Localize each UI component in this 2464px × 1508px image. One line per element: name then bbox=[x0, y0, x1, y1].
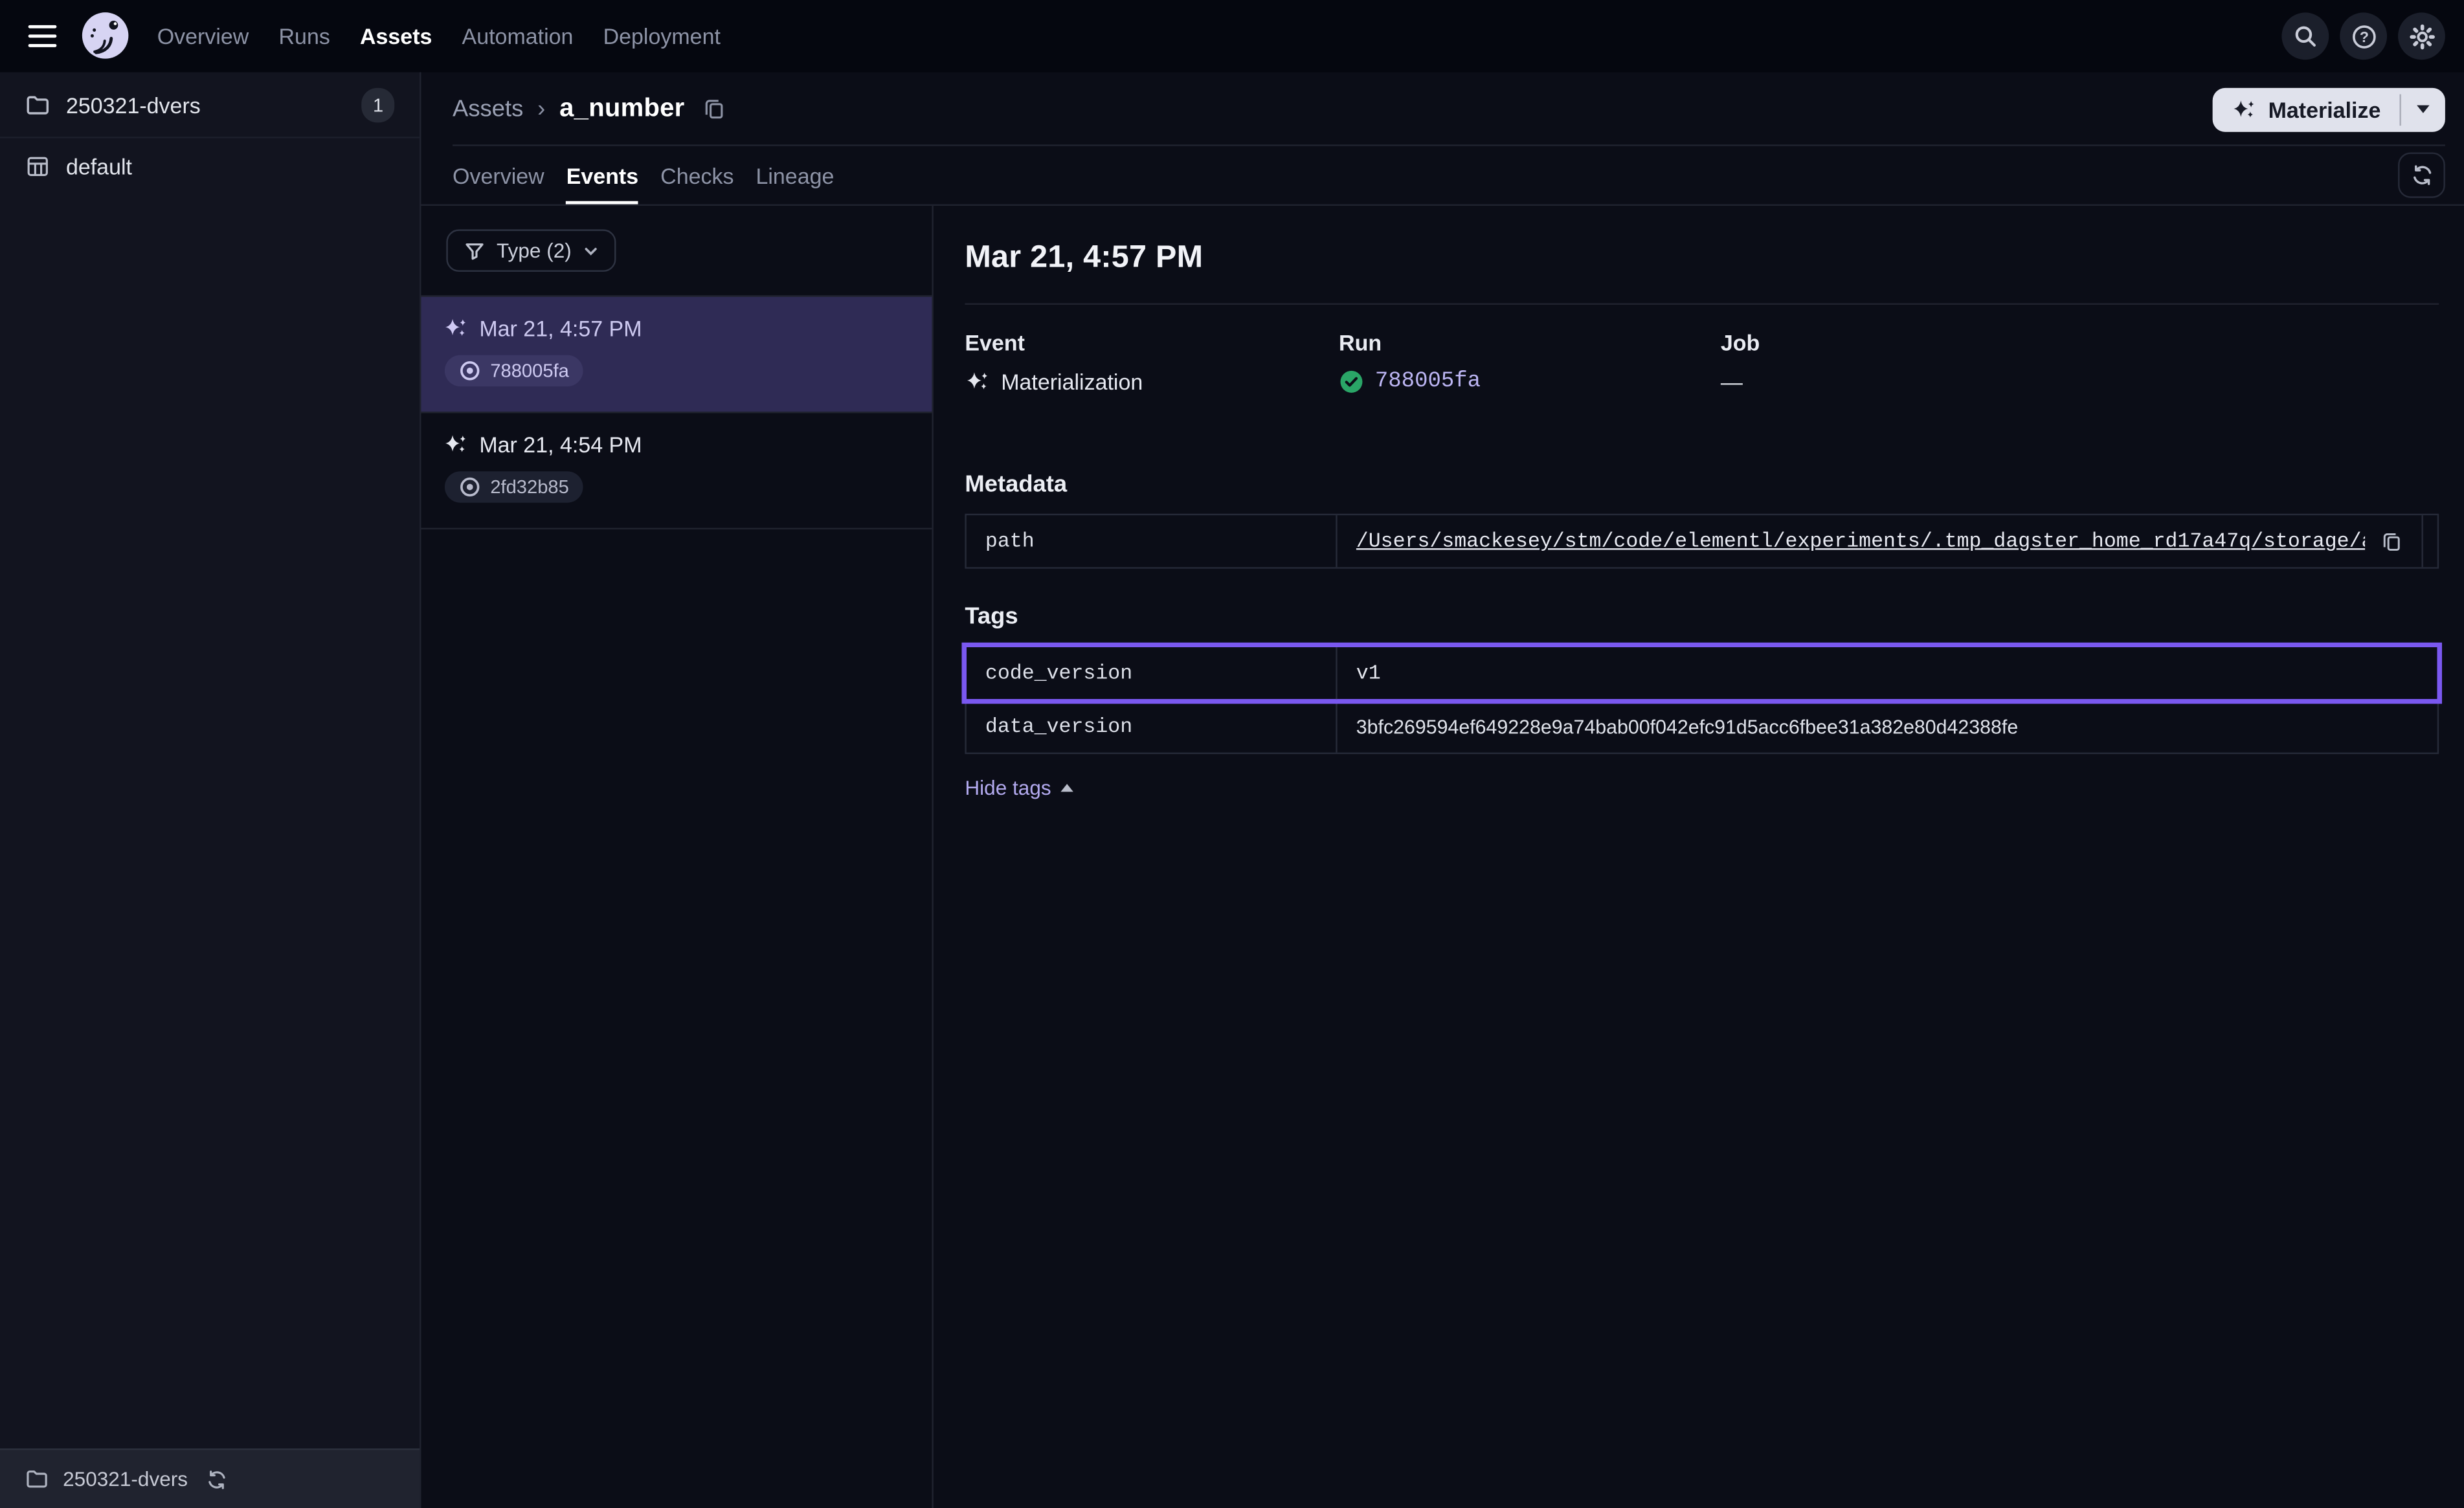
tag-row-code-version: code_version v1 bbox=[967, 647, 2437, 699]
materialize-split-button: Materialize bbox=[2213, 87, 2445, 131]
sidebar-item-group[interactable]: 250321-dvers 1 bbox=[0, 72, 420, 139]
materialization-sparkle-icon bbox=[965, 369, 990, 394]
sidebar-group-name: default bbox=[66, 154, 132, 179]
asset-name: a_number bbox=[559, 94, 684, 124]
type-filter-label: Type (2) bbox=[497, 239, 572, 262]
asset-count-badge: 1 bbox=[362, 87, 394, 122]
settings-gear-icon[interactable] bbox=[2398, 12, 2445, 60]
metadata-heading: Metadata bbox=[965, 471, 2439, 498]
tab-checks[interactable]: Checks bbox=[660, 146, 734, 205]
asset-group-grid-icon bbox=[25, 154, 50, 179]
top-nav: Overview Runs Assets Automation Deployme… bbox=[0, 0, 2464, 72]
reload-location-icon[interactable] bbox=[205, 1468, 227, 1490]
tag-key: code_version bbox=[967, 647, 1338, 699]
search-icon[interactable] bbox=[2281, 12, 2329, 60]
hide-tags-label: Hide tags bbox=[965, 776, 1051, 799]
event-timestamp: Mar 21, 4:57 PM bbox=[479, 316, 642, 341]
dagster-logo-icon[interactable] bbox=[76, 7, 134, 65]
sidebar-group-name: 250321-dvers bbox=[66, 92, 201, 117]
tags-heading: Tags bbox=[965, 603, 2439, 630]
filter-funnel-icon bbox=[464, 239, 486, 261]
app-root: Overview Runs Assets Automation Deployme… bbox=[0, 0, 2464, 1508]
asset-detail-page: Assets › a_number bbox=[421, 72, 2464, 1508]
materialization-sparkle-icon bbox=[443, 316, 468, 341]
materialize-label: Materialize bbox=[2268, 96, 2381, 122]
run-circled-dot-icon bbox=[459, 476, 481, 498]
event-column-label: Event bbox=[965, 330, 1339, 355]
breadcrumb: Assets › a_number bbox=[453, 94, 726, 124]
code-location-footer: 250321-dvers bbox=[0, 1448, 420, 1508]
run-id: 788005fa bbox=[490, 360, 569, 382]
materialize-button[interactable]: Materialize bbox=[2213, 87, 2400, 131]
tag-value: 3bfc269594ef649228e9a74bab00f042efc91d5a… bbox=[1356, 716, 2019, 738]
asset-groups-sidebar: 250321-dvers 1 default bbox=[0, 72, 421, 1508]
sidebar-item-default[interactable]: default bbox=[0, 139, 420, 195]
triangle-up-icon bbox=[1060, 784, 1073, 792]
folder-icon bbox=[25, 1467, 49, 1491]
run-circled-dot-icon bbox=[459, 360, 481, 382]
nav-item-automation[interactable]: Automation bbox=[462, 23, 574, 49]
tag-key: data_version bbox=[967, 701, 1338, 753]
event-timestamp: Mar 21, 4:54 PM bbox=[479, 432, 642, 458]
metadata-row: path /Users/smackesey/stm/code/elementl/… bbox=[967, 515, 2437, 567]
metadata-path-link[interactable]: /Users/smackesey/stm/code/elementl/exper… bbox=[1356, 529, 2365, 553]
tab-lineage[interactable]: Lineage bbox=[756, 146, 834, 205]
tag-row-data-version: data_version 3bfc269594ef649228e9a74bab0… bbox=[967, 699, 2437, 753]
materialization-sparkle-icon bbox=[443, 432, 468, 458]
metadata-table: path /Users/smackesey/stm/code/elementl/… bbox=[965, 514, 2439, 569]
type-filter-button[interactable]: Type (2) bbox=[446, 229, 615, 272]
menu-icon[interactable] bbox=[19, 12, 66, 60]
tab-events[interactable]: Events bbox=[566, 146, 638, 205]
event-type: Materialization bbox=[1001, 369, 1143, 394]
run-id: 2fd32b85 bbox=[490, 476, 569, 498]
hide-tags-link[interactable]: Hide tags bbox=[965, 776, 1073, 799]
main-nav: Overview Runs Assets Automation Deployme… bbox=[157, 23, 721, 49]
chevron-down-icon bbox=[583, 243, 598, 258]
run-id-pill[interactable]: 788005fa bbox=[445, 355, 583, 387]
sparkle-icon bbox=[2232, 96, 2257, 122]
run-id-link[interactable]: 788005fa bbox=[1375, 369, 1481, 394]
materialize-dropdown-caret[interactable] bbox=[2401, 87, 2445, 131]
nav-actions: ? bbox=[2281, 12, 2445, 60]
run-success-check-icon bbox=[1339, 369, 1364, 394]
event-detail-title: Mar 21, 4:57 PM bbox=[965, 240, 2439, 276]
nav-item-runs[interactable]: Runs bbox=[279, 23, 330, 49]
events-list-panel: Type (2) bbox=[421, 206, 934, 1508]
svg-text:?: ? bbox=[2359, 28, 2368, 45]
breadcrumb-separator: › bbox=[537, 96, 545, 122]
copy-path-icon[interactable] bbox=[2380, 530, 2402, 552]
folder-icon bbox=[25, 92, 50, 117]
event-list-item[interactable]: Mar 21, 4:54 PM 2fd32b85 bbox=[421, 412, 932, 529]
nav-item-overview[interactable]: Overview bbox=[157, 23, 249, 49]
asset-tabs: Overview Events Checks Lineage bbox=[421, 146, 2464, 206]
code-location-label: 250321-dvers bbox=[63, 1467, 188, 1491]
tag-value: v1 bbox=[1356, 661, 1381, 685]
refresh-icon[interactable] bbox=[2398, 152, 2445, 197]
run-id-pill[interactable]: 2fd32b85 bbox=[445, 471, 583, 503]
tab-overview[interactable]: Overview bbox=[453, 146, 544, 205]
page-header: Assets › a_number bbox=[421, 72, 2464, 146]
event-list-item[interactable]: Mar 21, 4:57 PM 788005fa bbox=[421, 295, 932, 412]
job-column-label: Job bbox=[1721, 330, 2439, 355]
run-column-label: Run bbox=[1339, 330, 1721, 355]
job-value: — bbox=[1721, 369, 1743, 394]
help-icon[interactable]: ? bbox=[2340, 12, 2387, 60]
nav-item-deployment[interactable]: Deployment bbox=[603, 23, 721, 49]
caret-down-icon bbox=[2417, 105, 2429, 113]
metadata-key: path bbox=[967, 515, 1338, 567]
copy-asset-name-icon[interactable] bbox=[702, 97, 725, 120]
nav-item-assets[interactable]: Assets bbox=[360, 23, 432, 49]
event-detail-panel: Mar 21, 4:57 PM Event bbox=[934, 206, 2464, 1508]
breadcrumb-assets-link[interactable]: Assets bbox=[453, 96, 523, 122]
event-info-grid: Event Materialization bbox=[965, 330, 2439, 395]
tags-table: code_version v1 data_version 3bfc269594e… bbox=[965, 646, 2439, 754]
